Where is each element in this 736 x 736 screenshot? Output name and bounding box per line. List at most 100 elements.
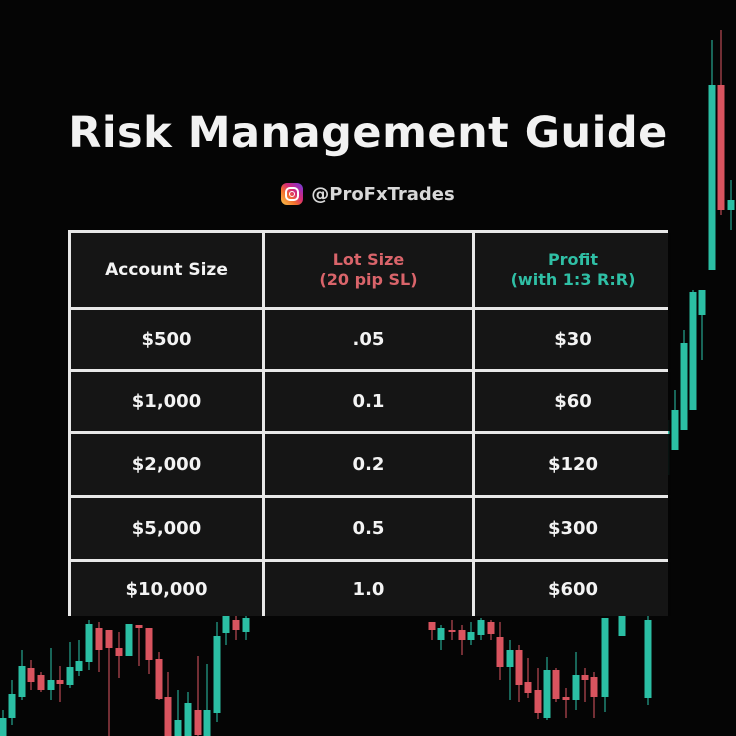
bear-candle xyxy=(515,645,523,702)
candle-body xyxy=(524,682,532,693)
bear-candle xyxy=(232,615,240,640)
candle-body xyxy=(572,675,580,700)
cell-profit: $30 xyxy=(475,310,671,369)
cell-account: $10,000 xyxy=(71,562,262,616)
bear-candle xyxy=(95,622,103,672)
bear-candle xyxy=(534,668,542,719)
candle-body xyxy=(105,630,113,648)
cell-profit: $60 xyxy=(475,372,671,431)
header-lot-size: Lot Size (20 pip SL) xyxy=(265,233,472,307)
candle-body xyxy=(155,659,163,699)
candle-body xyxy=(184,703,192,736)
candle-body xyxy=(680,343,688,430)
handle-text: @ProFxTrades xyxy=(311,183,455,205)
bull-candle xyxy=(477,618,485,640)
instagram-icon xyxy=(281,183,304,205)
candle-body xyxy=(590,677,598,697)
candle-body xyxy=(671,410,679,450)
risk-table: Account Size Lot Size (20 pip SL) Profit… xyxy=(68,230,671,616)
candle-body xyxy=(115,648,123,656)
bear-candle xyxy=(105,630,113,736)
page-title: Risk Management Guide xyxy=(68,108,668,158)
cell-profit: $600 xyxy=(475,562,671,616)
candle-body xyxy=(428,622,436,630)
bear-candle xyxy=(590,672,598,718)
bear-candle xyxy=(155,652,163,700)
candle-body xyxy=(8,694,16,718)
candle-body xyxy=(232,620,240,630)
bear-candle xyxy=(115,632,123,678)
bull-candle xyxy=(174,690,182,736)
bull-candle xyxy=(203,664,211,736)
candle-body xyxy=(552,670,560,699)
header-profit: Profit (with 1:3 R:R) xyxy=(475,233,671,307)
bull-candle xyxy=(85,620,93,670)
bull-candle xyxy=(8,680,16,725)
bull-candle xyxy=(242,612,250,640)
candle-body xyxy=(18,666,26,697)
social-handle[interactable]: @ProFxTrades xyxy=(0,183,736,205)
bull-candle xyxy=(543,657,551,720)
candle-body xyxy=(37,675,45,690)
bear-candle xyxy=(164,672,172,736)
bear-candle xyxy=(552,668,560,702)
bull-candle xyxy=(437,625,445,650)
bull-candle xyxy=(680,330,688,430)
candle-body xyxy=(174,720,182,736)
candle-body xyxy=(125,624,133,656)
bear-candle xyxy=(448,620,456,640)
candle-body xyxy=(437,628,445,640)
candle-body xyxy=(145,628,153,660)
bull-candle xyxy=(698,290,706,360)
candle-body xyxy=(543,670,551,718)
candle-body xyxy=(601,618,609,697)
candle-body xyxy=(135,625,143,628)
candle-body xyxy=(56,680,64,684)
candle-body xyxy=(467,632,475,640)
candle-body xyxy=(47,680,55,690)
cell-account: $500 xyxy=(71,310,262,369)
candle-body xyxy=(66,667,74,685)
bear-candle xyxy=(487,620,495,640)
bull-candle xyxy=(506,640,514,700)
bull-candle xyxy=(184,692,192,736)
candle-body xyxy=(496,637,504,667)
bear-candle xyxy=(524,658,532,698)
bear-candle xyxy=(194,656,202,736)
bull-candle xyxy=(572,652,580,710)
candle-body xyxy=(581,675,589,680)
cell-lot: 1.0 xyxy=(265,562,472,616)
bear-candle xyxy=(562,688,570,718)
bull-candle xyxy=(213,622,221,722)
candle-body xyxy=(477,620,485,635)
candle-body xyxy=(644,620,652,698)
cell-account: $1,000 xyxy=(71,372,262,431)
candle-body xyxy=(164,697,172,736)
candle-body xyxy=(213,636,221,713)
bear-candle xyxy=(37,672,45,692)
cell-lot: 0.5 xyxy=(265,498,472,559)
bear-candle xyxy=(428,622,436,640)
candle-body xyxy=(0,718,7,736)
bull-candle xyxy=(601,618,609,712)
candle-body xyxy=(85,624,93,662)
candle-body xyxy=(506,650,514,667)
candle-body xyxy=(75,661,83,671)
cell-lot: 0.2 xyxy=(265,434,472,495)
cell-lot: 0.1 xyxy=(265,372,472,431)
bear-candle xyxy=(496,622,504,680)
candle-body xyxy=(534,690,542,713)
bear-candle xyxy=(27,660,35,690)
candle-body xyxy=(698,290,706,315)
bull-candle xyxy=(47,648,55,700)
candle-body xyxy=(242,618,250,632)
cell-account: $2,000 xyxy=(71,434,262,495)
bull-candle xyxy=(75,640,83,676)
candle-body xyxy=(203,710,211,736)
cell-lot: .05 xyxy=(265,310,472,369)
header-account-size: Account Size xyxy=(71,233,262,307)
bull-candle xyxy=(689,290,697,410)
bull-candle xyxy=(0,710,7,736)
cell-profit: $120 xyxy=(475,434,671,495)
candle-body xyxy=(194,710,202,735)
